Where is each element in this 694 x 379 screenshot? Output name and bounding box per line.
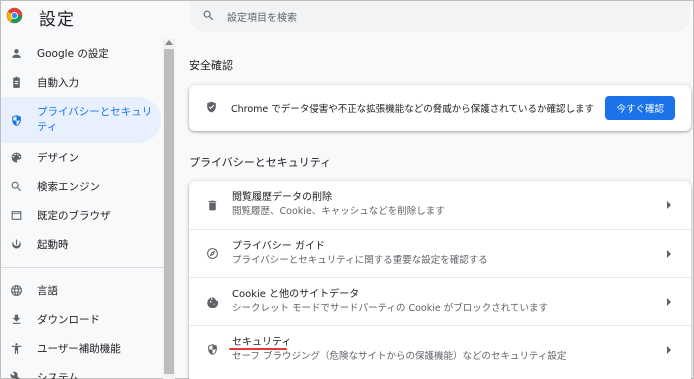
cookie-icon [205,295,219,309]
sidebar-item-label: デザイン [37,152,79,164]
sidebar-item-label: Google の設定 [37,48,109,60]
search-icon [202,7,215,26]
sidebar-item-label: 起動時 [37,239,69,251]
sidebar-item-label: システム [37,372,79,379]
privacy-guide-row[interactable]: プライバシー ガイド プライバシーとセキュリティに関する重要な設定を確認する [189,229,691,277]
security-highlight-underline [229,348,287,350]
safety-check-card: Chrome でデータ侵害や不正な拡張機能などの脅威から保護されているか確認しま… [189,85,691,131]
page-title: 設定 [39,10,75,30]
shield-icon [205,343,219,357]
sidebar-item-label: プライバシーとセキュリティ [37,106,153,133]
palette-icon [9,151,23,165]
row-title: Cookie と他のサイトデータ [232,288,360,300]
cookies-site-data-row[interactable]: Cookie と他のサイトデータ シークレット モードでサードパーティの Coo… [189,277,691,325]
shield-icon [9,113,23,127]
sidebar-item-on-startup[interactable]: 起動時 [1,230,163,259]
safety-check-message: Chrome でデータ侵害や不正な拡張機能などの脅威から保護されているか確認しま… [231,104,594,115]
accessibility-icon [9,342,23,356]
globe-icon [9,284,23,298]
power-icon [9,238,23,252]
sidebar-scrollbar[interactable] [163,39,175,379]
row-subtitle: プライバシーとセキュリティに関する重要な設定を確認する [232,254,488,266]
sidebar-item-autofill[interactable]: 自動入力 [1,68,163,97]
sidebar-item-privacy-security[interactable]: プライバシーとセキュリティ [1,97,161,143]
sidebar-item-label: ダウンロード [37,314,100,326]
sidebar-item-label: 検索エンジン [37,181,100,193]
search-placeholder: 設定項目を検索 [227,13,297,24]
trash-icon [205,198,219,212]
sidebar-item-label: 言語 [37,285,58,297]
sidebar-item-label: 既定のブラウザ [37,210,111,222]
wrench-icon [9,371,23,379]
search-input[interactable]: 設定項目を検索 [190,1,690,32]
privacy-security-heading: プライバシーとセキュリティ [189,156,332,169]
safety-check-heading: 安全確認 [189,59,233,72]
check-now-button[interactable]: 今すぐ確認 [605,96,675,120]
chevron-right-icon [667,249,671,258]
sidebar-item-search-engine[interactable]: 検索エンジン [1,172,163,201]
clear-browsing-data-row[interactable]: 閲覧履歴データの削除 閲覧履歴、Cookie、キャッシュなどを削除します [189,181,691,229]
sidebar-item-accessibility[interactable]: ユーザー補助機能 [1,334,163,363]
sidebar-item-languages[interactable]: 言語 [1,276,163,305]
sidebar-item-downloads[interactable]: ダウンロード [1,305,163,334]
row-subtitle: 閲覧履歴、Cookie、キャッシュなどを削除します [232,206,445,217]
sidebar: Google の設定 自動入力 プライバシーとセキュリティ デザイン 検索エンジ… [1,39,163,379]
chevron-right-icon [667,201,671,209]
sidebar-item-system[interactable]: システム [1,363,163,379]
browser-icon [9,209,23,223]
person-icon [9,47,23,61]
chevron-right-icon [667,297,671,306]
sidebar-item-design[interactable]: デザイン [1,143,163,172]
sidebar-item-label: ユーザー補助機能 [37,343,121,355]
sidebar-item-label: 自動入力 [37,77,79,89]
compass-icon [205,247,219,261]
shield-check-icon [205,99,218,118]
sidebar-divider [1,267,163,268]
scroll-up-arrow-icon[interactable] [165,40,173,45]
clipboard-icon [9,76,23,90]
scrollbar-thumb[interactable] [164,49,174,374]
chevron-right-icon [667,345,671,354]
row-subtitle: セーフ ブラウジング（危険なサイトからの保護機能）などのセキュリティ設定 [232,350,567,362]
row-title: 閲覧履歴データの削除 [232,192,332,203]
download-icon [9,313,23,327]
row-title: プライバシー ガイド [232,240,325,252]
sidebar-item-google-settings[interactable]: Google の設定 [1,39,163,68]
chrome-logo-icon [6,7,23,24]
search-icon [9,180,23,194]
row-subtitle: シークレット モードでサードパーティの Cookie がブロックされています [232,302,548,314]
sidebar-item-default-browser[interactable]: 既定のブラウザ [1,201,163,230]
